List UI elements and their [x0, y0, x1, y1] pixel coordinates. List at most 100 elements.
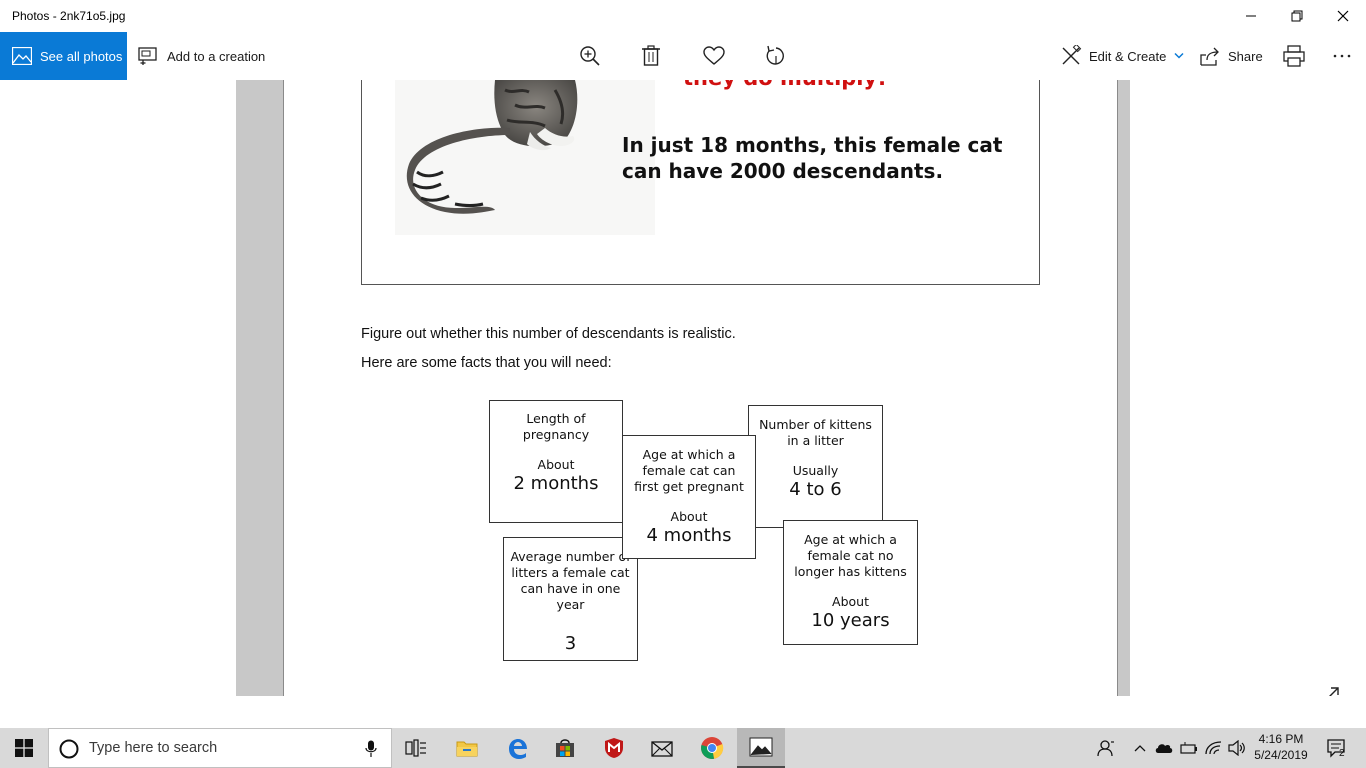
- taskbar-chrome[interactable]: [688, 728, 736, 768]
- notification-count-badge: 2: [1339, 748, 1345, 759]
- taskbar-mail[interactable]: [638, 728, 686, 768]
- folder-icon: [456, 741, 478, 757]
- facts-intro-text: Here are some facts that you will need:: [361, 355, 612, 371]
- fact-qualifier: [504, 617, 637, 633]
- heart-icon: [703, 46, 725, 65]
- close-button[interactable]: [1320, 0, 1366, 32]
- task-view-button[interactable]: [392, 728, 440, 768]
- page-margin-right: [1117, 80, 1130, 696]
- fact-card-no-longer: Age at which a female cat no longer has …: [783, 520, 918, 645]
- people-icon: [1097, 740, 1114, 757]
- taskbar-file-explorer[interactable]: [443, 728, 491, 768]
- taskbar: Type here to search 4:16 PM 5/24/2019 2: [0, 728, 1366, 768]
- task-view-icon: [405, 739, 426, 757]
- system-clock[interactable]: 4:16 PM 5/24/2019: [1250, 731, 1312, 763]
- photos-app-icon: [749, 737, 773, 757]
- photo-viewer[interactable]: they do multiply! In just 18 months, thi…: [0, 80, 1366, 696]
- fact-qualifier: Usually: [792, 463, 839, 478]
- cloud-icon: [1155, 744, 1173, 753]
- red-heading: they do multiply!: [683, 80, 887, 90]
- speaker-icon: [1228, 740, 1245, 756]
- zoom-in-icon: [580, 46, 600, 66]
- fact-desc: Number of kittens in a litter: [759, 417, 872, 448]
- photos-icon: [12, 47, 32, 65]
- trash-icon: [642, 45, 660, 66]
- network-button[interactable]: [1204, 728, 1224, 768]
- fact-value: 4 months: [646, 525, 732, 546]
- restore-button[interactable]: [1274, 0, 1320, 32]
- minimize-icon: [1246, 15, 1256, 17]
- close-icon: [1337, 10, 1349, 22]
- fact-card-first-pregnant: Age at which a female cat can first get …: [622, 435, 756, 559]
- cat-photo: [395, 80, 655, 235]
- share-button[interactable]: Share: [1199, 32, 1263, 80]
- battery-icon: [1180, 742, 1197, 754]
- fact-desc: Average number of litters a female cat c…: [510, 549, 631, 612]
- fact-card-pregnancy: Length of pregnancy About 2 months: [489, 400, 623, 523]
- edit-create-label: Edit & Create: [1089, 48, 1167, 64]
- search-placeholder: Type here to search: [89, 740, 218, 756]
- see-all-photos-label: See all photos: [40, 48, 123, 64]
- action-center-button[interactable]: 2: [1320, 728, 1354, 768]
- add-to-creation-button[interactable]: Add to a creation: [138, 32, 265, 80]
- printer-icon: [1283, 45, 1305, 67]
- app-toolbar: See all photos Add to a creation Edit & …: [0, 32, 1366, 80]
- store-icon: [556, 739, 574, 757]
- instruction-text: Figure out whether this number of descen…: [361, 326, 736, 342]
- onedrive-button[interactable]: [1154, 728, 1174, 768]
- windows-logo-icon: [15, 739, 33, 757]
- restore-icon: [1291, 10, 1303, 22]
- show-hidden-icons-button[interactable]: [1132, 728, 1148, 768]
- cat-claim-text: In just 18 months, this female cat can h…: [622, 133, 1003, 183]
- chrome-icon: [701, 737, 724, 759]
- document-page: they do multiply! In just 18 months, thi…: [285, 80, 1117, 696]
- more-options-button[interactable]: [1330, 44, 1354, 68]
- fact-qualifier: About: [537, 457, 575, 472]
- clock-time: 4:16 PM: [1258, 732, 1304, 746]
- page-margin-left: [236, 80, 284, 696]
- see-all-photos-button[interactable]: See all photos: [0, 32, 127, 80]
- fact-desc: Age at which a female cat no longer has …: [794, 532, 907, 579]
- edit-create-button[interactable]: Edit & Create: [1060, 32, 1184, 80]
- fact-card-kittens: Number of kittens in a litter Usually 4 …: [748, 405, 883, 528]
- start-button[interactable]: [0, 728, 48, 768]
- taskbar-edge[interactable]: [493, 728, 541, 768]
- share-label: Share: [1228, 48, 1263, 64]
- wifi-icon: [1205, 741, 1222, 755]
- more-icon: [1333, 54, 1351, 58]
- rotate-icon: [766, 45, 784, 65]
- battery-button[interactable]: [1180, 728, 1198, 768]
- taskbar-search-box[interactable]: Type here to search: [48, 728, 392, 768]
- zoom-button[interactable]: [578, 44, 602, 68]
- fact-desc: Age at which a female cat can first get …: [634, 447, 744, 494]
- mcafee-shield-icon: [605, 738, 623, 758]
- edge-browser-icon: [509, 739, 527, 759]
- people-button[interactable]: [1094, 728, 1118, 768]
- print-button[interactable]: [1282, 44, 1306, 68]
- window-title: Photos - 2nk71o5.jpg: [12, 9, 126, 23]
- mail-icon: [651, 741, 673, 757]
- taskbar-photos[interactable]: [737, 728, 785, 768]
- taskbar-mcafee[interactable]: [590, 728, 638, 768]
- add-to-creation-label: Add to a creation: [167, 48, 266, 64]
- minimize-button[interactable]: [1228, 0, 1274, 32]
- full-screen-icon[interactable]: [1318, 684, 1342, 696]
- cortana-icon: [59, 739, 79, 759]
- volume-button[interactable]: [1227, 728, 1247, 768]
- delete-button[interactable]: [639, 44, 663, 68]
- chevron-up-icon: [1134, 745, 1146, 752]
- favorite-button[interactable]: [702, 44, 726, 68]
- edit-create-icon: [1062, 45, 1082, 65]
- microphone-icon[interactable]: [365, 740, 377, 758]
- chevron-down-icon: [1174, 52, 1184, 59]
- fact-value: 10 years: [811, 610, 890, 631]
- fact-qualifier: About: [832, 594, 869, 609]
- fact-desc: Length of pregnancy: [522, 411, 590, 442]
- title-bar: Photos - 2nk71o5.jpg: [0, 0, 1366, 32]
- fact-qualifier: About: [670, 509, 708, 524]
- add-creation-icon: [138, 47, 157, 65]
- taskbar-store[interactable]: [541, 728, 589, 768]
- fact-value: 2 months: [513, 473, 599, 494]
- clock-date: 5/24/2019: [1254, 748, 1308, 762]
- rotate-button[interactable]: [764, 44, 788, 68]
